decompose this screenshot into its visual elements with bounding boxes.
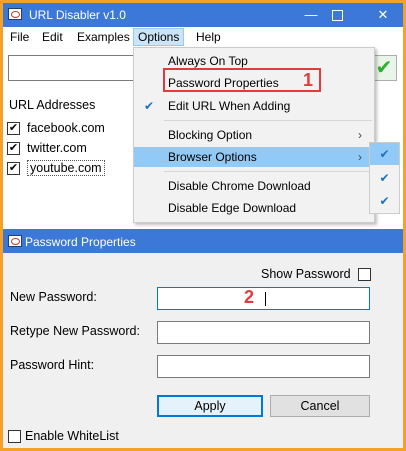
- minimize-button[interactable]: —: [299, 6, 323, 24]
- url-label[interactable]: twitter.com: [27, 141, 87, 155]
- chevron-right-icon: ›: [358, 128, 362, 142]
- apply-button[interactable]: Apply: [157, 395, 263, 417]
- enable-whitelist-checkbox[interactable]: [8, 430, 21, 443]
- url-checkbox[interactable]: ✔: [7, 122, 20, 135]
- menu-item-label: Edit URL When Adding: [168, 99, 291, 113]
- menu-separator: [164, 171, 372, 172]
- menu-item-label: Disable Edge Download: [168, 201, 297, 215]
- app-icon: [8, 8, 22, 20]
- text-caret: [265, 292, 266, 306]
- list-item: ✔ youtube.com: [7, 160, 137, 178]
- retype-password-field[interactable]: [157, 321, 370, 344]
- menu-separator: [164, 120, 372, 121]
- enable-whitelist-label: Enable WhiteList: [25, 429, 119, 443]
- new-password-field[interactable]: [157, 287, 370, 310]
- title-bar: URL Disabler v1.0 — ✕: [3, 3, 403, 27]
- menu-item-blocking-option[interactable]: Blocking Option ›: [134, 125, 374, 145]
- password-properties-dialog: Password Properties Show Password New Pa…: [3, 229, 403, 448]
- menu-item-disable-chrome-download[interactable]: Disable Chrome Download: [134, 176, 374, 196]
- show-password-label: Show Password: [261, 267, 351, 281]
- list-item: ✔ facebook.com: [7, 120, 137, 138]
- url-checkbox[interactable]: ✔: [7, 162, 20, 175]
- menu-bar: File Edit Examples Options Help: [3, 27, 403, 47]
- check-icon: ✔: [144, 99, 155, 113]
- url-list-header: URL Addresses: [9, 98, 96, 112]
- options-dropdown: Always On Top Password Properties ✔ Edit…: [133, 47, 375, 223]
- menu-item-disable-edge-download[interactable]: Disable Edge Download: [134, 198, 374, 218]
- submenu-check-item[interactable]: ✔: [370, 190, 399, 212]
- close-button[interactable]: ✕: [371, 6, 395, 24]
- url-label[interactable]: youtube.com: [27, 160, 105, 176]
- url-checkbox[interactable]: ✔: [7, 142, 20, 155]
- menu-edit[interactable]: Edit: [38, 29, 67, 45]
- new-password-label: New Password:: [10, 290, 97, 304]
- step-number-1: 1: [303, 70, 314, 90]
- maximize-icon: [331, 10, 343, 22]
- password-properties-highlight: [163, 68, 321, 92]
- menu-item-edit-url[interactable]: ✔ Edit URL When Adding: [134, 96, 374, 116]
- chevron-right-icon: ›: [358, 150, 362, 164]
- list-item: ✔ twitter.com: [7, 140, 137, 158]
- window-title: URL Disabler v1.0: [29, 8, 126, 22]
- menu-item-label: Disable Chrome Download: [168, 179, 311, 193]
- menu-help[interactable]: Help: [192, 29, 225, 45]
- submenu-check-item[interactable]: ✔: [370, 143, 399, 165]
- app-icon: [8, 235, 22, 247]
- password-hint-field[interactable]: [157, 355, 370, 378]
- url-label[interactable]: facebook.com: [27, 121, 105, 135]
- menu-file[interactable]: File: [6, 29, 33, 45]
- dialog-title: Password Properties: [25, 235, 136, 249]
- maximize-button[interactable]: [325, 6, 349, 24]
- menu-item-label: Browser Options: [168, 150, 257, 164]
- menu-item-browser-options[interactable]: Browser Options ›: [134, 147, 374, 167]
- step-number-2: 2: [244, 287, 255, 307]
- menu-item-label: Blocking Option: [168, 128, 253, 142]
- dialog-title-bar: Password Properties: [3, 229, 403, 253]
- browser-options-submenu: ✔ ✔ ✔: [369, 142, 400, 214]
- password-hint-label: Password Hint:: [10, 358, 95, 372]
- submenu-check-item[interactable]: ✔: [370, 167, 399, 189]
- retype-password-label: Retype New Password:: [10, 324, 140, 338]
- menu-examples[interactable]: Examples: [73, 29, 134, 45]
- cancel-button[interactable]: Cancel: [270, 395, 370, 417]
- menu-options[interactable]: Options: [133, 28, 185, 46]
- check-icon: ✔: [375, 57, 393, 79]
- show-password-checkbox[interactable]: [358, 268, 371, 281]
